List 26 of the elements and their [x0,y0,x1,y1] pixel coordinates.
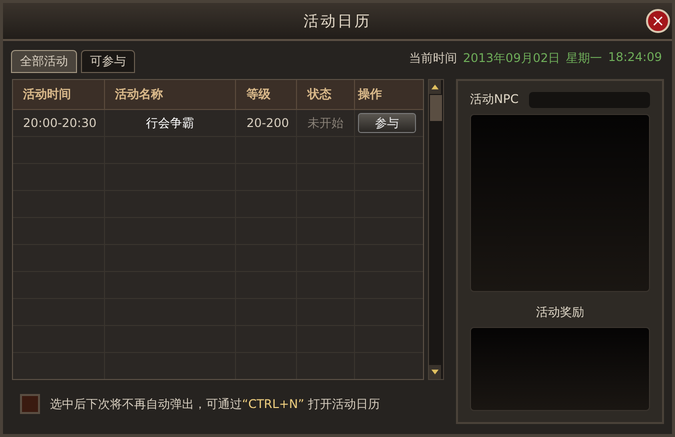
column-header: 操作 [356,86,384,103]
table-cell: 行会争霸 [104,110,236,136]
window-title: 活动日历 [304,12,372,30]
table-cell: 未开始 [297,110,356,136]
scroll-thumb[interactable] [430,95,442,121]
scroll-up-icon[interactable] [429,80,442,94]
tab[interactable]: 全部活动 [11,50,77,73]
column-header: 活动名称 [104,80,236,109]
reward-label: 活动奖励 [536,304,584,321]
checkbox[interactable] [20,394,40,414]
time-text: 18:24:09 [608,50,662,66]
column-header: 等级 [236,80,298,109]
npc-label: 活动NPC [470,91,519,108]
scrollbar[interactable] [428,79,444,380]
footer-note: 选中后下次将不再自动弹出，可通过“CTRL+N” 打开活动日历 [50,396,380,412]
column-header: 状态 [297,80,356,109]
date-text: 2013年09月02日 [463,50,560,67]
table-cell: 20:00-20:30 [13,110,105,136]
tab[interactable]: 可参与 [81,50,135,73]
table-cell: 20-200 [236,110,298,136]
join-button[interactable]: 参与 [358,113,416,133]
column-header: 活动时间 [13,80,105,109]
close-button[interactable]: × [646,9,670,33]
clock-label: 当前时间 [409,50,458,67]
scroll-down-icon[interactable] [429,365,442,379]
weekday-text: 星期一 [566,50,602,67]
